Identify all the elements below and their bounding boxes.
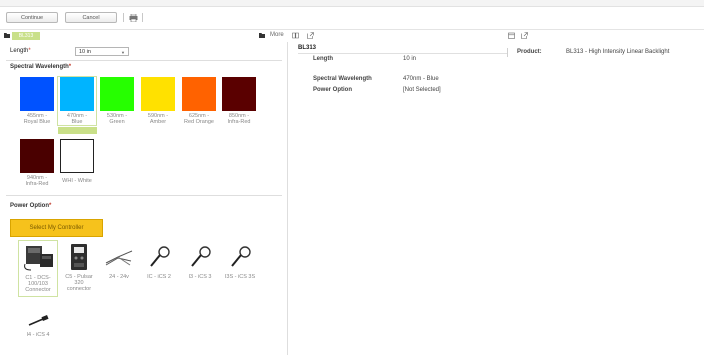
summary-wavelength-label: Spectral Wavelength [313,76,372,82]
power-caption: 24 - 24v [109,274,129,280]
wavelength-option-590[interactable]: 590nm - Amber [139,77,177,125]
power-caption: C1 - DCS- 100/103 Connector [25,275,51,293]
power-option-ics4[interactable]: I4 - iCS 4 [18,310,58,338]
power-caption: I4 - iCS 4 [26,332,50,338]
color-swatch [182,77,216,111]
power-caption: I3S - iCS 3S [224,274,256,280]
power-caption: IC - iCS 2 [147,274,171,280]
color-swatch [141,77,175,111]
swatch-caption: 470nm - Blue [66,113,88,125]
swatch-caption: 940nm - Infra-Red [25,175,49,187]
power-option-ics3[interactable]: I3 - iCS 3 [180,240,220,280]
external-link-icon[interactable] [307,32,314,39]
summary-power-label: Power Option [313,87,352,93]
swatch-caption: WHI - White [62,178,92,184]
power-caption: I3 - iCS 3 [188,274,212,280]
external-link-icon[interactable] [521,32,528,39]
power-option-ics3s[interactable]: I3S - iCS 3S [220,240,260,280]
toolbar-divider [142,13,143,22]
color-swatch [20,139,54,173]
power-option-ics2[interactable]: IC - iCS 2 [139,240,179,280]
color-swatch [100,77,134,111]
summary-column-divider [507,48,508,57]
summary-wavelength-value: 470nm - Blue [403,76,439,82]
divider [6,195,282,196]
flying-leads-icon [99,240,139,274]
length-value: 10 in [79,48,91,55]
select-controller-button[interactable]: Select My Controller [10,219,103,237]
color-swatch [60,77,94,111]
product-value: BL313 - High Intensity Linear Backlight [566,49,670,55]
wavelength-option-530[interactable]: 530nm - Green [98,77,136,125]
subheader: BL313 More [0,30,704,42]
product-label: Product: [517,49,542,55]
wavelength-option-625[interactable]: 625nm - Red Orange [180,77,218,125]
wavelength-option-940[interactable]: 940nm - Infra-Red [18,139,56,187]
power-option-c1[interactable]: C1 - DCS- 100/103 Connector [18,240,58,297]
power-caption: C5 - Pulsar 320 connector [65,274,93,292]
configuration-panel: Length* 10 in ▼ Spectral Wavelength* 455… [0,42,288,355]
summary-panel: BL313 Length 10 in Spectral Wavelength 4… [289,42,704,355]
pulsar-controller-icon [59,240,99,274]
chevron-down-icon: ▼ [121,50,125,55]
toolbar: Continue Cancel [0,8,704,28]
summary-length-label: Length [313,56,333,62]
divider [6,60,282,61]
cancel-button[interactable]: Cancel [65,12,117,23]
summary-power-value: [Not Selected] [403,87,441,93]
swatch-caption: 530nm - Green [106,113,128,125]
summary-title: BL313 [298,45,317,51]
wavelength-option-850[interactable]: 850nm - Infra-Red [220,77,258,125]
swatch-caption: 590nm - Amber [147,113,169,125]
more-label[interactable]: More [270,32,284,38]
summary-divider [298,53,508,54]
color-swatch [60,139,94,173]
color-swatch [20,77,54,111]
length-label: Length* [10,48,31,54]
swatch-caption: 625nm - Red Orange [184,113,214,125]
length-select[interactable]: 10 in ▼ [75,47,129,56]
folder-icon [4,33,10,38]
coiled-cable-icon [180,240,220,274]
window-top-strip [0,0,704,7]
summary-length-value: 10 in [403,56,417,62]
swatch-caption: 455nm - Royal Blue [23,113,51,125]
cable-plug-icon [18,310,58,332]
power-option-24v[interactable]: 24 - 24v [99,240,139,280]
wavelength-option-470[interactable]: 470nm - Blue [57,76,97,126]
folder-icon [259,33,265,38]
selected-indicator [58,127,97,134]
coiled-cable-icon [220,240,260,274]
swatch-caption: 850nm - Infra-Red [227,113,251,125]
wavelength-title: Spectral Wavelength* [10,64,72,70]
color-swatch [222,77,256,111]
product-tag[interactable]: BL313 [12,32,40,40]
continue-button[interactable]: Continue [6,12,58,23]
calendar-icon[interactable] [508,32,515,39]
power-option-c5[interactable]: C5 - Pulsar 320 connector [59,240,99,292]
wavelength-option-455[interactable]: 455nm - Royal Blue [18,77,56,125]
coiled-cable-icon [139,240,179,274]
book-icon[interactable] [292,32,299,39]
wavelength-option-white[interactable]: WHI - White [58,139,96,184]
toolbar-divider [123,13,124,22]
print-icon[interactable] [129,14,138,22]
controller-box-icon [19,241,59,275]
power-option-title: Power Option* [10,203,52,209]
